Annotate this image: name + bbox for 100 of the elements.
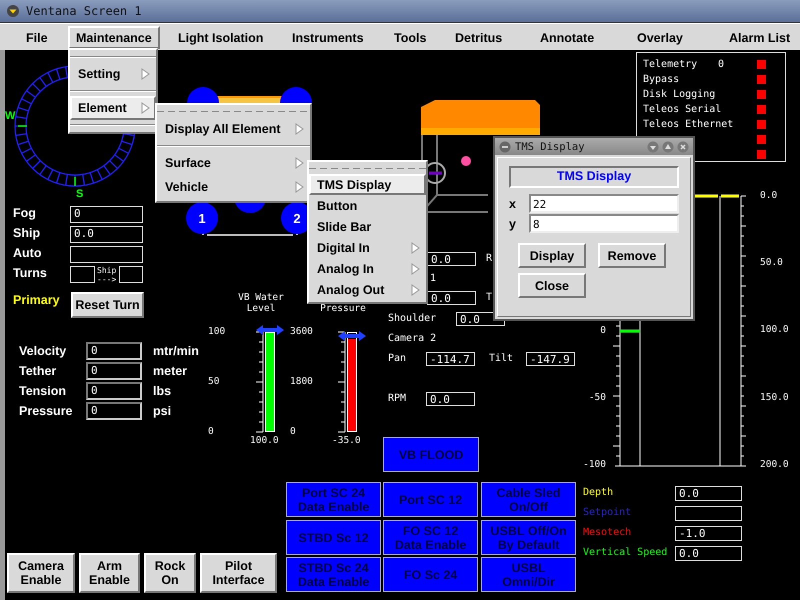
- gauge-reading: -35.0: [332, 435, 361, 446]
- field-label: Turns: [13, 266, 47, 280]
- menu-item[interactable]: Tools: [386, 26, 434, 49]
- status-label: Telemetry: [643, 59, 698, 70]
- menu-option[interactable]: TMS Display: [309, 174, 426, 195]
- readout-field: -147.9: [526, 352, 575, 366]
- control-button[interactable]: Arm Enable: [79, 553, 140, 593]
- menu-item[interactable]: File: [18, 26, 56, 49]
- level-handle-icon[interactable]: [256, 325, 284, 335]
- dialog-button[interactable]: Remove: [598, 243, 666, 268]
- minimize-icon[interactable]: [647, 140, 659, 152]
- status-label: Teleos Serial: [643, 104, 722, 115]
- unit-label: meter: [153, 364, 188, 378]
- control-button[interactable]: Pilot Interface: [200, 553, 277, 593]
- menu-item[interactable]: Instruments: [284, 26, 372, 49]
- menu-item[interactable]: Detritus: [447, 26, 510, 49]
- readout-label: Tension: [19, 384, 66, 398]
- input-field[interactable]: 22: [529, 194, 679, 213]
- field-label: Fog: [13, 206, 36, 220]
- control-button[interactable]: Rock On: [144, 553, 196, 593]
- readout-label: Tilt: [489, 353, 514, 364]
- readout-label: Velocity: [19, 344, 66, 358]
- tick-label: -50: [588, 392, 606, 403]
- status-value: 0: [718, 59, 724, 70]
- input-field[interactable]: 0: [70, 206, 143, 223]
- tick-label: 100.0: [760, 324, 789, 336]
- input-field[interactable]: [70, 266, 95, 283]
- tick-label: 0.0: [760, 190, 778, 201]
- menu-item[interactable]: Overlay: [629, 26, 691, 49]
- menu-option[interactable]: Analog In: [309, 258, 426, 279]
- readout-field: 0.0: [675, 486, 742, 501]
- window-title: Ventana Screen 1: [26, 4, 142, 18]
- close-icon[interactable]: [677, 140, 689, 152]
- field-label: x: [509, 196, 517, 210]
- readout-field: 0: [86, 402, 142, 420]
- menu-item[interactable]: Light Isolation: [170, 26, 272, 49]
- readout-label: Tether: [19, 364, 56, 378]
- menu-option[interactable]: Vehicle: [157, 175, 310, 199]
- readout-field: -1.0: [675, 526, 742, 541]
- readout-label: Shoulder: [388, 313, 436, 324]
- readout-label: Pan: [388, 353, 406, 364]
- menu-option[interactable]: Analog Out: [309, 279, 426, 300]
- readout-label: R: [486, 253, 492, 264]
- gauge-title: Pressure: [319, 303, 367, 314]
- menu-item[interactable]: Maintenance: [68, 26, 160, 49]
- mode-label: Primary: [13, 293, 60, 307]
- tick-label: 0: [600, 325, 606, 336]
- field-label: Mesotech: [583, 527, 632, 538]
- readout-field: -114.7: [426, 352, 475, 366]
- field-label: Auto: [13, 246, 42, 260]
- menu-option[interactable]: Surface: [157, 151, 310, 175]
- window-menu-icon[interactable]: [6, 4, 20, 18]
- camera-label: Camera 2: [388, 333, 436, 344]
- control-button[interactable]: Camera Enable: [7, 553, 75, 593]
- tick-label: 100: [208, 326, 226, 337]
- tick-label: 50.0: [760, 257, 783, 268]
- field-label: Depth: [583, 487, 614, 498]
- readout-field: 0.0: [675, 546, 742, 561]
- window-menu-icon[interactable]: [499, 140, 511, 152]
- menu-item[interactable]: Annotate: [532, 26, 602, 49]
- dialog-heading: TMS Display: [509, 166, 679, 188]
- field-label: y: [509, 216, 517, 230]
- status-label: Bypass: [643, 74, 680, 85]
- readout-field: 0.0: [427, 252, 476, 266]
- unit-label: psi: [153, 404, 172, 418]
- level-handle-icon[interactable]: [338, 331, 366, 341]
- readout-field: 0.0: [427, 291, 476, 305]
- field-label: Setpoint: [583, 507, 632, 518]
- gauge-reading: 100.0: [250, 435, 279, 446]
- input-field[interactable]: 0.0: [70, 226, 143, 243]
- tick-label: 0: [208, 426, 214, 437]
- menu-option[interactable]: Element: [70, 96, 156, 120]
- readout-label: Pressure: [19, 404, 73, 418]
- dialog-button[interactable]: Close: [518, 273, 586, 298]
- readout-field: 0: [86, 362, 142, 380]
- menu-option[interactable]: Digital In: [309, 237, 426, 258]
- gauge-title: VB Water Level: [237, 292, 285, 314]
- camera-label: 1: [430, 273, 436, 284]
- reset-turn-button[interactable]: Reset Turn: [71, 292, 144, 318]
- dialog-title: TMS Display: [515, 140, 586, 152]
- input-field[interactable]: 8: [529, 214, 679, 233]
- readout-label: RPM: [388, 393, 406, 404]
- field-label: Vertical Speed: [583, 547, 668, 558]
- tick-label: 150.0: [760, 392, 789, 403]
- dialog-button[interactable]: Display: [518, 243, 586, 268]
- menu-item[interactable]: Alarm List: [721, 26, 798, 49]
- maximize-icon[interactable]: [662, 140, 674, 152]
- tick-label: 200.0: [760, 458, 789, 470]
- readout-field: 0: [86, 382, 142, 400]
- input-field[interactable]: [70, 246, 143, 263]
- tick-label: 1800: [290, 376, 313, 387]
- input-field[interactable]: [119, 266, 143, 283]
- compass-label: W: [5, 110, 16, 122]
- arrow-text: --->: [97, 275, 116, 284]
- readout-field: [675, 506, 742, 521]
- status-label: Disk Logging: [643, 89, 716, 100]
- readout-label: T: [486, 292, 492, 303]
- menu-option[interactable]: Setting: [70, 62, 156, 86]
- tick-label: 3600: [290, 326, 313, 337]
- menu-option[interactable]: Display All Element: [157, 117, 310, 141]
